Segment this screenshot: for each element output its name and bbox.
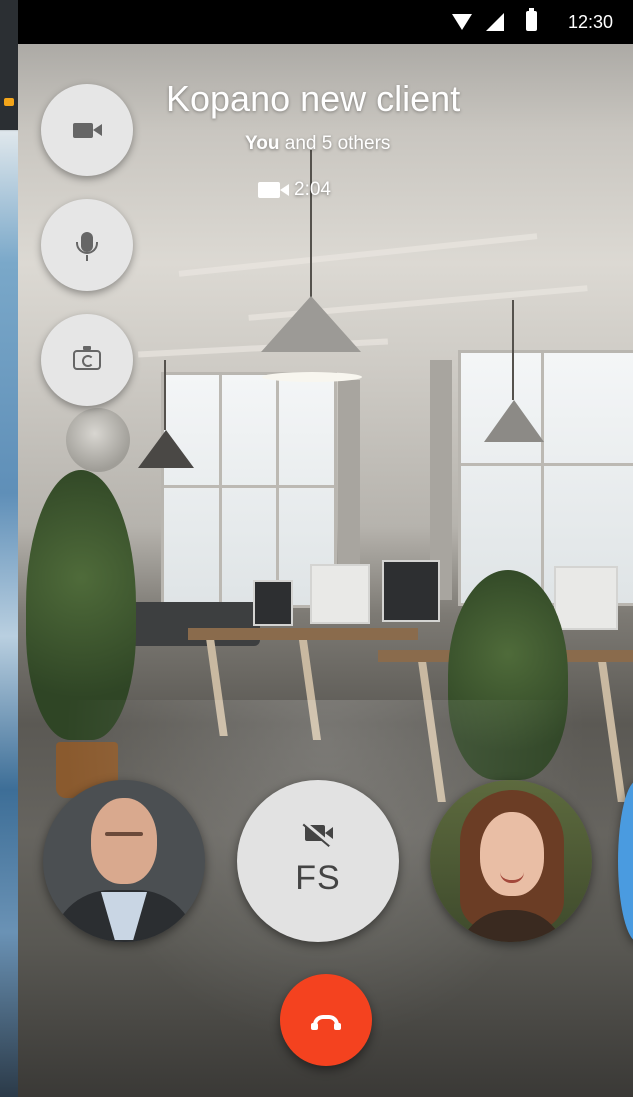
signal-icon xyxy=(486,13,504,31)
switch-camera-icon xyxy=(73,346,101,370)
monitor xyxy=(382,560,440,622)
call-duration-time: 2:04 xyxy=(294,179,331,200)
background-window-accent xyxy=(4,98,14,106)
call-screen: 12:30 Kopano new client You and 5 others… xyxy=(18,0,633,1097)
participant-avatar-1[interactable] xyxy=(43,780,205,942)
hangup-button[interactable] xyxy=(280,974,372,1066)
avatar-brow xyxy=(105,832,143,836)
call-duration: 2:04 xyxy=(258,178,331,202)
video-camera-icon xyxy=(258,182,289,198)
wifi-icon xyxy=(452,14,472,30)
avatar-face xyxy=(480,812,544,896)
participants-you: You xyxy=(245,133,280,154)
monitor xyxy=(310,564,370,624)
participants-summary: You and 5 others xyxy=(245,133,390,155)
battery-icon xyxy=(526,8,537,31)
desk xyxy=(188,628,418,640)
call-title: Kopano new client xyxy=(166,78,461,119)
hangup-icon xyxy=(311,1015,341,1030)
pendant-lamp xyxy=(261,296,361,352)
video-off-icon xyxy=(305,824,333,841)
pillar xyxy=(338,380,360,590)
pendant-lamp xyxy=(138,430,194,468)
background-window-edge xyxy=(0,0,18,1097)
lamp-cord xyxy=(512,300,514,400)
participants-others: and 5 others xyxy=(279,133,391,154)
monitor xyxy=(554,566,618,630)
lamp-glow xyxy=(262,372,362,382)
microphone-icon xyxy=(76,232,98,261)
switch-camera-button[interactable] xyxy=(41,314,133,406)
ceiling-beam xyxy=(178,233,538,277)
pendant-lamp xyxy=(484,400,544,442)
background-window-titlebar xyxy=(0,0,18,130)
participant-initials: FS xyxy=(295,858,341,897)
mute-button[interactable] xyxy=(41,199,133,291)
participant-avatar-3[interactable] xyxy=(430,780,592,942)
self-preview-avatar[interactable] xyxy=(66,408,130,472)
lamp-cord xyxy=(310,150,312,300)
monitor xyxy=(253,580,293,626)
video-camera-icon xyxy=(73,122,102,138)
video-toggle-button[interactable] xyxy=(41,84,133,176)
avatar-face xyxy=(91,798,157,884)
lamp-cord xyxy=(164,360,166,430)
participant-avatar-2[interactable]: FS xyxy=(237,780,399,942)
status-time: 12:30 xyxy=(567,12,613,32)
status-bar: 12:30 xyxy=(18,0,633,44)
